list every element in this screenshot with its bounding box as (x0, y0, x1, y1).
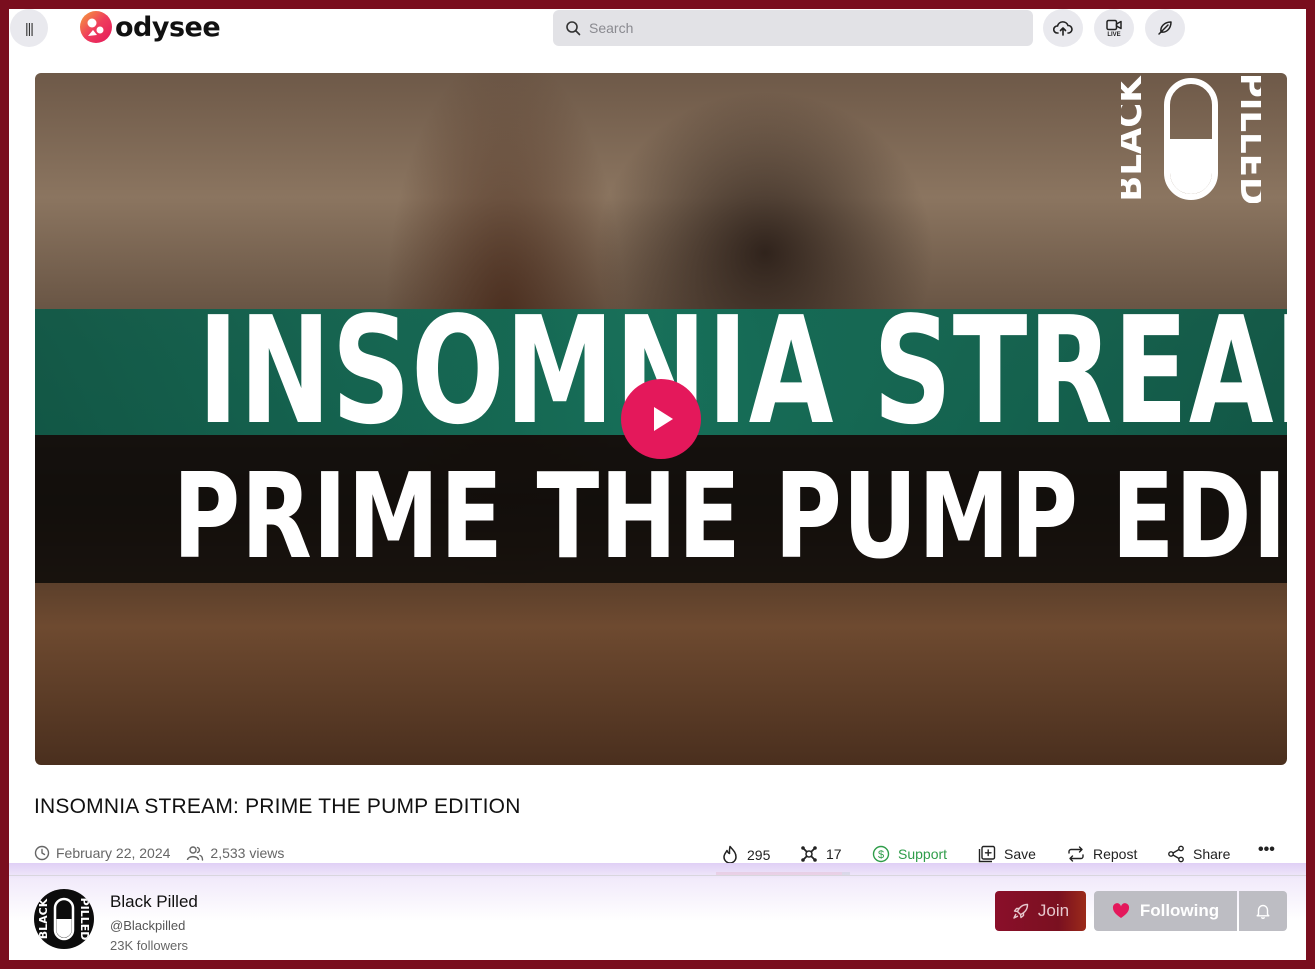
join-button[interactable]: Join (995, 891, 1086, 931)
video-camera-icon (1106, 19, 1122, 30)
svg-text:$: $ (878, 849, 884, 861)
logo-text: odysee (115, 11, 221, 43)
publish-date: February 22, 2024 (34, 845, 170, 861)
join-label: Join (1037, 901, 1070, 920)
svg-text:BLACK: BLACK (37, 898, 50, 939)
share-button[interactable]: Share (1167, 845, 1230, 863)
thumbnail-title-line2: PRIME THE PUMP EDITION (172, 447, 1287, 585)
menu-icon: ||| (25, 20, 34, 36)
odysee-logo[interactable]: odysee (79, 9, 221, 45)
save-button[interactable]: Save (978, 845, 1036, 863)
black-pilled-avatar-icon: BLACK PILLED (37, 898, 91, 941)
like-button[interactable]: 295 (721, 845, 770, 865)
save-label: Save (1004, 846, 1036, 862)
following-label: Following (1139, 901, 1220, 920)
upload-button[interactable] (1043, 9, 1083, 47)
fire-icon (723, 845, 737, 864)
svg-text:PILLED: PILLED (78, 898, 91, 941)
users-icon (187, 846, 204, 861)
heart-icon (1112, 903, 1129, 918)
feather-icon (1158, 21, 1172, 35)
search-icon (566, 21, 581, 36)
go-live-button[interactable]: LIVE (1094, 9, 1134, 47)
search-input[interactable] (589, 20, 1009, 36)
video-title: INSOMNIA STREAM: PRIME THE PUMP EDITION (34, 795, 521, 818)
notification-bell-button[interactable] (1239, 891, 1287, 931)
channel-avatar[interactable]: BLACK PILLED (34, 889, 94, 949)
dollar-circle-icon: $ (872, 845, 890, 863)
divider (9, 875, 1306, 876)
channel-followers: 23K followers (110, 938, 189, 953)
support-button[interactable]: $ Support (872, 845, 947, 863)
bell-icon (1256, 904, 1270, 919)
cloud-upload-icon (1053, 21, 1073, 36)
live-label: LIVE (1107, 31, 1121, 38)
rocket-icon (1013, 903, 1029, 919)
publish-date-text: February 22, 2024 (56, 845, 171, 861)
video-meta: February 22, 2024 2,533 views (34, 845, 300, 861)
playlist-add-icon (978, 845, 996, 863)
publish-post-button[interactable] (1145, 9, 1185, 47)
share-label: Share (1193, 846, 1231, 862)
following-button[interactable]: Following (1094, 891, 1237, 931)
black-pilled-logo: BLACK PILLED (1121, 75, 1261, 203)
view-count-text: 2,533 views (210, 845, 285, 861)
more-options-button[interactable]: ••• (1258, 841, 1275, 859)
logo-text-right: PILLED (1232, 75, 1261, 203)
repost-icon (1068, 846, 1084, 862)
menu-button[interactable]: ||| (10, 9, 48, 47)
share-icon (1168, 845, 1184, 863)
clock-icon (34, 845, 50, 861)
dislike-count: 17 (826, 846, 842, 862)
repost-label: Repost (1093, 846, 1138, 862)
play-button[interactable] (621, 379, 701, 459)
repost-button[interactable]: Repost (1067, 845, 1137, 863)
slime-icon (801, 846, 817, 862)
view-count: 2,533 views (186, 845, 284, 861)
more-options-icon: ••• (1258, 841, 1275, 858)
play-icon (654, 407, 673, 431)
channel-name[interactable]: Black Pilled (110, 892, 198, 912)
logo-text-left: BLACK (1121, 75, 1150, 202)
like-count: 295 (747, 847, 771, 863)
dislike-button[interactable]: 17 (800, 845, 842, 863)
video-player[interactable]: INSOMNIA STREAM PRIME THE PUMP EDITION B… (35, 73, 1287, 765)
channel-handle[interactable]: @Blackpilled (110, 918, 185, 933)
support-label: Support (898, 846, 948, 862)
search-bar[interactable] (553, 10, 1033, 46)
app-window: ||| odysee Search LIVE INSOMNIA STREAM P… (9, 9, 1306, 960)
odysee-logo-icon (80, 11, 112, 43)
